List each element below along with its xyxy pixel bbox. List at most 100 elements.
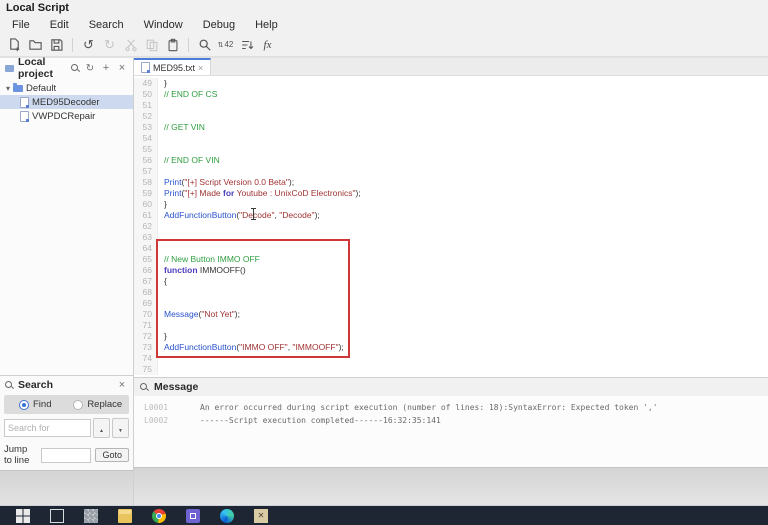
find-option[interactable]: Find (4, 399, 67, 410)
code-line[interactable]: 60} (134, 199, 768, 210)
cut-button[interactable] (121, 35, 140, 54)
copy-button[interactable] (142, 35, 161, 54)
message-log[interactable]: L0001 An error occurred during script exe… (134, 396, 768, 467)
code-line[interactable]: 68 (134, 287, 768, 298)
snipping-tool-button[interactable] (84, 508, 98, 523)
tab-close-icon[interactable] (198, 63, 203, 73)
goto-line-button[interactable]: 42 (216, 35, 235, 54)
code-line[interactable]: 70 Message("Not Yet"); (134, 309, 768, 320)
sort-lines-button[interactable] (237, 35, 256, 54)
line-number: 60 (134, 199, 158, 210)
code-line[interactable]: 66 function IMMOOFF() (134, 265, 768, 276)
tree-item-vwpdcrepair[interactable]: VWPDCRepair (0, 109, 133, 123)
menu-edit[interactable]: Edit (40, 19, 79, 31)
find-radio[interactable] (19, 399, 29, 410)
line-number: 62 (134, 221, 158, 232)
code-line[interactable]: 72} (134, 331, 768, 342)
function-button[interactable]: fx (258, 35, 277, 54)
line-number: 69 (134, 298, 158, 309)
search-input[interactable] (4, 419, 91, 437)
chrome-button[interactable] (152, 508, 166, 523)
tree-item-default[interactable]: Default (0, 81, 133, 95)
windows-start-button[interactable] (16, 508, 30, 523)
code-line[interactable]: 73 AddFunctionButton("IMMO OFF", "IMMOOFF… (134, 342, 768, 353)
file-explorer-button[interactable] (118, 508, 132, 523)
task-view-button[interactable] (50, 508, 64, 523)
chevron-down-icon[interactable] (6, 83, 10, 94)
search-panel-title: Search (18, 379, 54, 391)
code-line[interactable]: 64 (134, 243, 768, 254)
edge-button[interactable] (220, 508, 234, 523)
code-line[interactable]: 63 (134, 232, 768, 243)
project-close-icon[interactable] (116, 62, 128, 74)
paste-button[interactable] (163, 35, 182, 54)
code-line[interactable]: 52 (134, 111, 768, 122)
code-line[interactable]: 51 (134, 100, 768, 111)
code-line[interactable]: 59 Print("[+] Made for Youtube : UnixCoD … (134, 188, 768, 199)
line-number: 49 (134, 78, 158, 89)
replace-option[interactable]: Replace (67, 399, 130, 410)
code-line[interactable]: 57 (134, 166, 768, 177)
menu-file[interactable]: File (2, 19, 40, 31)
code-line[interactable]: 69 (134, 298, 768, 309)
script-ide-button[interactable] (186, 508, 200, 523)
code-line[interactable]: 56 // END OF VIN (134, 155, 768, 166)
code-line[interactable]: 53 // GET VIN (134, 122, 768, 133)
code-editor[interactable]: 49} 50// END OF CS 51 52 53// GET VIN 54 55 56/… (134, 76, 768, 377)
search-icon (199, 39, 211, 51)
tab-med95[interactable]: MED95.txt (134, 58, 212, 75)
search-button[interactable] (195, 35, 214, 54)
jump-to-line-input[interactable] (41, 447, 92, 463)
message-bottom-filler (134, 467, 768, 507)
line-number: 63 (134, 232, 158, 243)
script-file-icon (141, 62, 150, 73)
code-line[interactable]: 67 { (134, 276, 768, 287)
new-file-button[interactable] (5, 35, 24, 54)
menu-window[interactable]: Window (134, 19, 193, 31)
folder-icon (13, 83, 24, 92)
code-text: { (164, 276, 167, 286)
replace-radio[interactable] (73, 399, 84, 410)
search-panel-close-icon[interactable] (116, 379, 128, 391)
code-text: Print("[+] Made for Youtube : UnixCoD El… (164, 188, 361, 198)
code-line[interactable]: 55 (134, 144, 768, 155)
code-line[interactable]: 75 (134, 364, 768, 375)
search-panel: Search Find Replace (0, 375, 133, 470)
search-next-button[interactable] (112, 418, 129, 438)
project-add-icon[interactable] (100, 62, 112, 74)
project-search-icon[interactable] (71, 63, 80, 73)
code-line[interactable]: 74 (134, 353, 768, 364)
menu-debug[interactable]: Debug (193, 19, 245, 31)
code-line[interactable]: 50 // END OF CS (134, 89, 768, 100)
line-number: 64 (134, 243, 158, 254)
sidebar-bottom-filler (0, 470, 133, 507)
undo-button[interactable] (79, 35, 98, 54)
code-text: } (164, 331, 167, 341)
notes-app-button[interactable] (254, 508, 268, 523)
code-line[interactable]: 61 AddFunctionButton("Decode", "Decode"); (134, 210, 768, 221)
code-line[interactable]: 49} (134, 78, 768, 89)
goto-button[interactable]: Goto (95, 448, 129, 462)
redo-button[interactable] (100, 35, 119, 54)
project-refresh-icon[interactable] (84, 63, 96, 74)
code-line[interactable]: 58 Print("[+] Script Version 0.0 Beta"); (134, 177, 768, 188)
cut-icon (124, 38, 137, 51)
code-line[interactable]: 54 (134, 133, 768, 144)
code-line[interactable]: 62 (134, 221, 768, 232)
menu-search[interactable]: Search (79, 19, 134, 31)
save-button[interactable] (47, 35, 66, 54)
code-line[interactable]: 65 // New Button IMMO OFF (134, 254, 768, 265)
code-line[interactable]: 71 (134, 320, 768, 331)
code-text: Message("Not Yet"); (164, 309, 240, 319)
open-folder-button[interactable] (26, 35, 45, 54)
menu-help[interactable]: Help (245, 19, 288, 31)
search-prev-button[interactable] (93, 418, 110, 438)
tree-item-med95decoder[interactable]: MED95Decoder (0, 95, 133, 109)
save-icon (51, 39, 63, 51)
